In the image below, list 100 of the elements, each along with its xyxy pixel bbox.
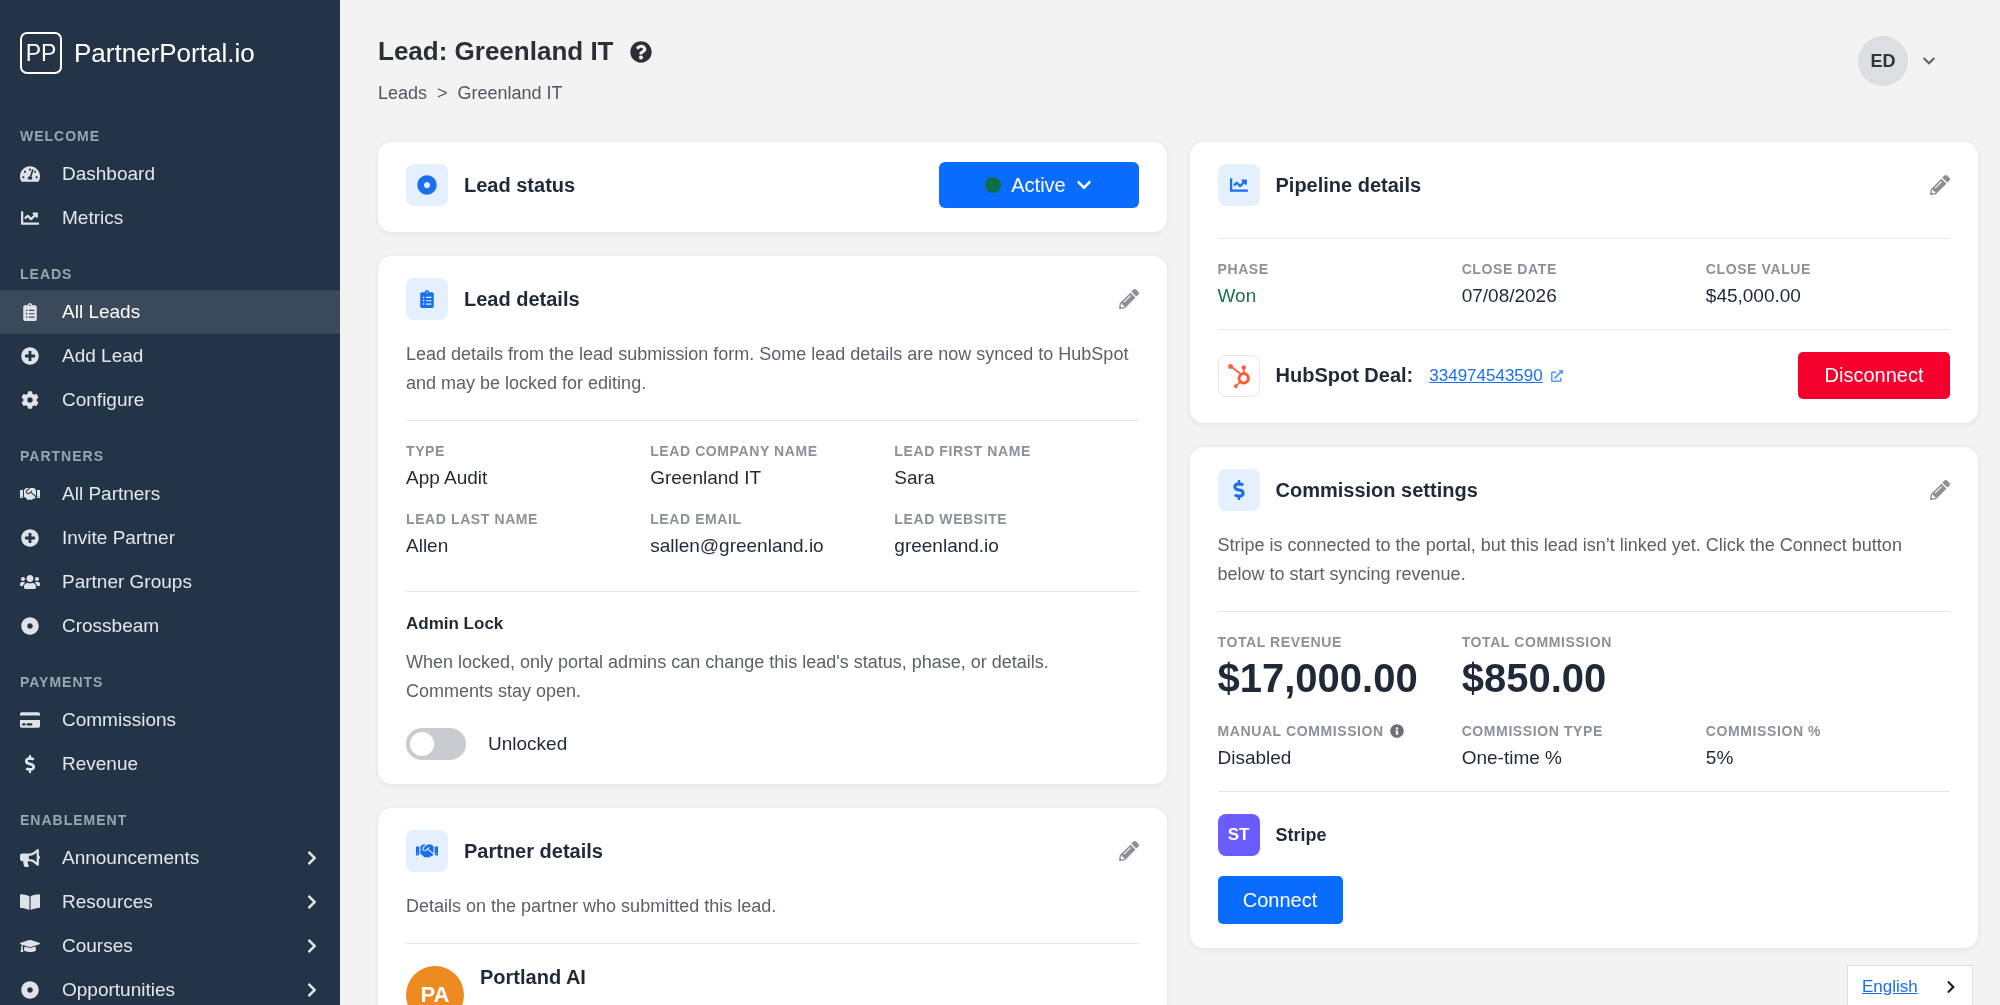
nav-item[interactable]: All Leads <box>0 290 340 334</box>
breadcrumb-separator: > <box>437 83 448 104</box>
card-title: Partner details <box>464 839 604 863</box>
card-description: Lead details from the lead submission form. Some lead details are now synced to HubSpot and may be locked for editing. <box>406 343 1130 395</box>
lock-toggle[interactable] <box>406 728 466 760</box>
help-icon[interactable] <box>629 40 652 63</box>
field-value: App Audit <box>406 467 489 489</box>
connect-button[interactable]: Connect <box>1217 876 1343 924</box>
field-label: LEAD FIRST NAME <box>894 443 1032 459</box>
disconnect-button[interactable]: Disconnect <box>1798 352 1950 399</box>
deal-link[interactable]: 334974543590 <box>1429 365 1543 386</box>
field-label: PHASE <box>1217 261 1270 277</box>
field-label: TYPE <box>406 443 446 459</box>
field-label: TOTAL REVENUE <box>1217 634 1343 650</box>
card-title: Commission settings <box>1275 478 1479 502</box>
book-icon <box>20 893 40 911</box>
target-icon <box>20 981 40 999</box>
nav-item[interactable]: Crossbeam <box>0 604 340 648</box>
section-title: PARTNERS <box>19 448 105 466</box>
field-label: LEAD EMAIL <box>650 511 743 527</box>
field-value: 5% <box>1705 747 1735 769</box>
nav-item[interactable]: Announcements <box>0 836 340 880</box>
chart-icon <box>1217 164 1260 206</box>
target-icon <box>20 617 40 635</box>
megaphone-icon <box>20 849 40 867</box>
card-title: Pipeline details <box>1275 173 1423 197</box>
card-title: Lead status <box>464 173 577 197</box>
section-title: LEADS <box>19 266 74 284</box>
section-heading: Admin Lock <box>406 614 505 634</box>
edit-icon[interactable] <box>1930 175 1950 195</box>
section-title: ENABLEMENT <box>19 812 129 830</box>
language-selector[interactable]: English <box>1847 965 1973 1005</box>
page-title: Lead: Greenland IT <box>378 36 614 67</box>
brand-name: PartnerPortal.io <box>74 37 255 69</box>
nav-item[interactable]: Metrics <box>0 196 340 240</box>
field-label: CLOSE VALUE <box>1705 261 1812 277</box>
section-title: WELCOME <box>19 128 102 146</box>
nav-item[interactable]: Partner Groups <box>0 560 340 604</box>
field-label: LEAD COMPANY NAME <box>650 443 819 459</box>
dollar-icon <box>1217 469 1260 511</box>
nav-item[interactable]: Resources <box>0 880 340 924</box>
edit-icon[interactable] <box>1930 480 1950 500</box>
nav-item[interactable]: Courses <box>0 924 340 968</box>
nav-item[interactable]: Opportunities <box>0 968 340 1005</box>
info-icon[interactable] <box>1389 724 1404 738</box>
partner-name: Portland AI <box>480 966 586 989</box>
nav-item[interactable]: Invite Partner <box>0 516 340 560</box>
card-description: Details on the partner who submitted this lead. <box>406 895 778 918</box>
breadcrumb-item[interactable]: Greenland IT <box>457 83 563 104</box>
nav-item[interactable]: Configure <box>0 378 340 422</box>
field-value: Won <box>1217 285 1258 307</box>
breadcrumb-item[interactable]: Leads <box>378 83 428 104</box>
nav-item[interactable]: Revenue <box>0 742 340 786</box>
field-label: MANUAL COMMISSION <box>1217 723 1384 739</box>
deal-label: HubSpot Deal: <box>1275 364 1414 387</box>
clipboard-icon <box>406 278 448 320</box>
graduation-cap-icon <box>20 937 40 955</box>
field-label: COMMISSION TYPE <box>1461 723 1603 739</box>
integration-name: Stripe <box>1275 824 1327 846</box>
field-value: sallen@greenland.io <box>650 535 825 557</box>
nav-item[interactable]: Commissions <box>0 698 340 742</box>
sprocket-icon <box>1217 354 1260 397</box>
nav-item[interactable]: Dashboard <box>0 152 340 196</box>
nav-item[interactable]: All Partners <box>0 472 340 516</box>
lock-description: When locked, only portal admins can change this lead's status, phase, or details. Comments stay open. <box>406 651 1050 703</box>
status-dropdown[interactable]: Active <box>938 162 1139 208</box>
field-label: LEAD WEBSITE <box>894 511 1009 527</box>
field-value: Greenland IT <box>650 467 763 489</box>
card-title: Lead details <box>464 287 581 311</box>
integration-logo: ST <box>1217 814 1260 856</box>
language-link[interactable]: English <box>1862 977 1918 997</box>
gauge-icon <box>20 165 40 183</box>
external-link-icon[interactable] <box>1550 369 1563 382</box>
target-icon <box>406 164 448 206</box>
field-label: LEAD LAST NAME <box>406 511 540 527</box>
field-value: Sara <box>894 467 936 489</box>
chart-icon <box>20 209 40 227</box>
handshake-icon <box>20 485 40 503</box>
handshake-icon <box>406 830 448 872</box>
users-icon <box>20 573 40 591</box>
credit-card-icon <box>20 711 40 729</box>
logo-mark: PP <box>20 32 62 74</box>
field-value: Allen <box>406 535 450 557</box>
user-avatar[interactable]: ED <box>1858 36 1908 86</box>
section-title: PAYMENTS <box>19 674 105 692</box>
field-label: COMMISSION % <box>1705 723 1822 739</box>
field-label: CLOSE DATE <box>1461 261 1558 277</box>
total-value: $17,000.00 <box>1217 656 1419 701</box>
field-value: greenland.io <box>894 535 1000 557</box>
clipboard-icon <box>20 303 40 321</box>
nav-item[interactable]: Add Lead <box>0 334 340 378</box>
field-value: 07/08/2026 <box>1461 285 1558 307</box>
toggle-label: Unlocked <box>488 733 568 755</box>
partner-avatar: PA <box>406 966 464 1005</box>
edit-icon[interactable] <box>1118 289 1139 309</box>
edit-icon[interactable] <box>1118 841 1139 861</box>
field-value: $45,000.00 <box>1705 285 1802 307</box>
card-description: Stripe is connected to the portal, but this lead isn’t linked yet. Click the Connect button below to start syncing revenue. <box>1217 534 1903 586</box>
field-value: One-time % <box>1461 747 1563 769</box>
settings-icon <box>20 391 40 409</box>
